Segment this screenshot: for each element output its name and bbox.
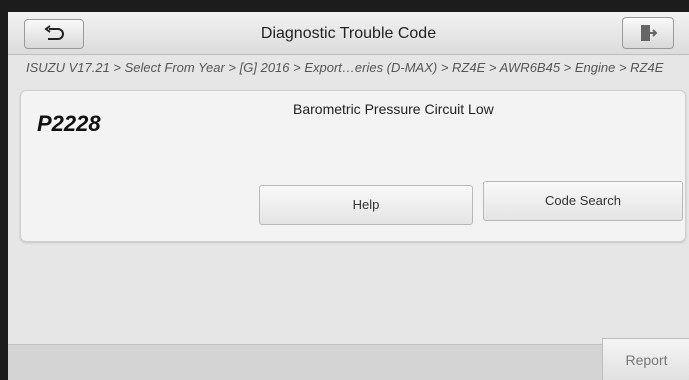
page-title: Diagnostic Trouble Code — [260, 25, 437, 42]
code-search-button[interactable]: Code Search — [483, 181, 683, 221]
exit-button[interactable] — [622, 17, 674, 49]
footer-bar — [8, 344, 689, 380]
report-button[interactable]: Report — [602, 338, 689, 380]
back-arrow-icon — [42, 25, 66, 43]
exit-door-icon — [638, 23, 658, 43]
back-button[interactable] — [24, 19, 84, 49]
dtc-description: Barometric Pressure Circuit Low — [293, 101, 494, 117]
dtc-code: P2228 — [37, 111, 101, 136]
dtc-card: P2228 Barometric Pressure Circuit Low He… — [20, 90, 686, 242]
app-screen: Diagnostic Trouble Code ISUZU V17.21 > S… — [8, 12, 689, 380]
help-button[interactable]: Help — [259, 185, 473, 225]
title-bar: Diagnostic Trouble Code — [8, 12, 689, 55]
breadcrumb: ISUZU V17.21 > Select From Year > [G] 20… — [26, 60, 664, 75]
